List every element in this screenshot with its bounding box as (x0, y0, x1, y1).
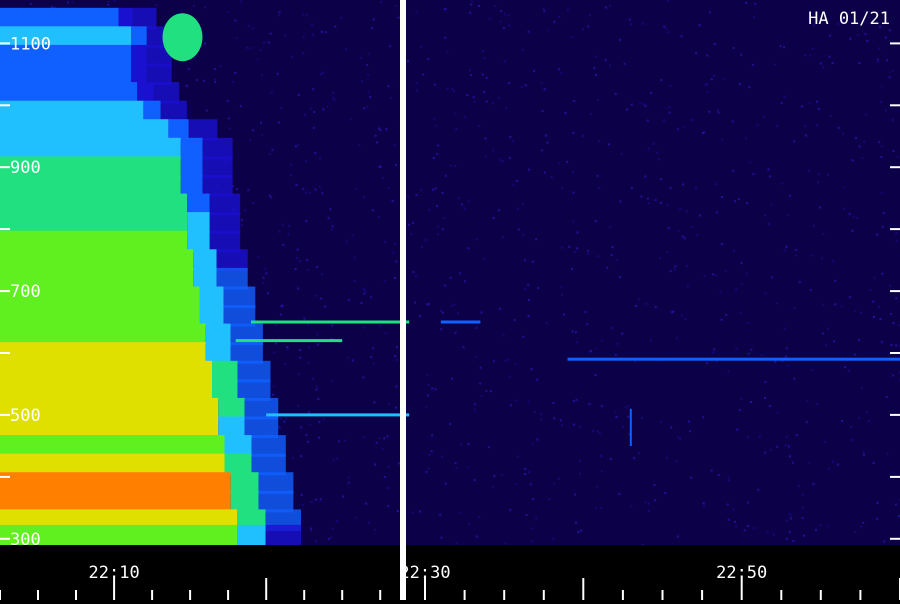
x-tick-label: 22:10 (89, 563, 140, 583)
burst-row (0, 212, 240, 234)
chart-title: HA 01/21 (808, 9, 890, 29)
burst-row (0, 491, 293, 513)
x-tick-label: 22:50 (716, 563, 767, 583)
burst-row (0, 119, 217, 141)
narrowband-line (441, 321, 481, 324)
burst-row (0, 64, 172, 86)
burst-row (0, 361, 271, 383)
burst-row (0, 194, 240, 216)
impulse-line (630, 409, 632, 446)
burst-row (0, 82, 179, 104)
burst-row (0, 398, 278, 420)
spectrogram-chart: 1100 900 700 500 300 22:10 22:30 22:50 HA 01/2… (0, 0, 900, 600)
burst-row (0, 175, 233, 197)
y-tick-label: 1100 (10, 34, 51, 54)
narrowband-line (236, 339, 343, 342)
burst-row (0, 324, 263, 346)
y-tick-label: 300 (10, 530, 41, 550)
burst-row (0, 249, 248, 271)
burst-row (0, 435, 286, 457)
spectrogram-svg: 1100 900 700 500 300 22:10 22:30 22:50 HA 01/2… (0, 0, 900, 600)
panel-2-background (406, 0, 900, 545)
bright-spot (163, 13, 203, 61)
y-tick-label: 900 (10, 158, 41, 178)
burst-row (0, 101, 187, 123)
burst-row (0, 525, 301, 547)
y-tick-label: 700 (10, 282, 41, 302)
burst-row (0, 305, 255, 327)
burst-row (0, 454, 286, 476)
y-tick-label: 500 (10, 406, 41, 426)
narrowband-line (251, 321, 409, 324)
narrowband-line (266, 413, 409, 416)
panel-separator (400, 0, 406, 600)
burst-row (0, 472, 293, 494)
burst-row (0, 417, 278, 439)
burst-row (0, 379, 271, 401)
burst-row (0, 138, 233, 160)
x-tick-label: 22:30 (399, 563, 450, 583)
burst-row (0, 231, 240, 253)
narrowband-line (568, 358, 900, 361)
burst-row (0, 342, 263, 364)
burst-row (0, 8, 157, 30)
